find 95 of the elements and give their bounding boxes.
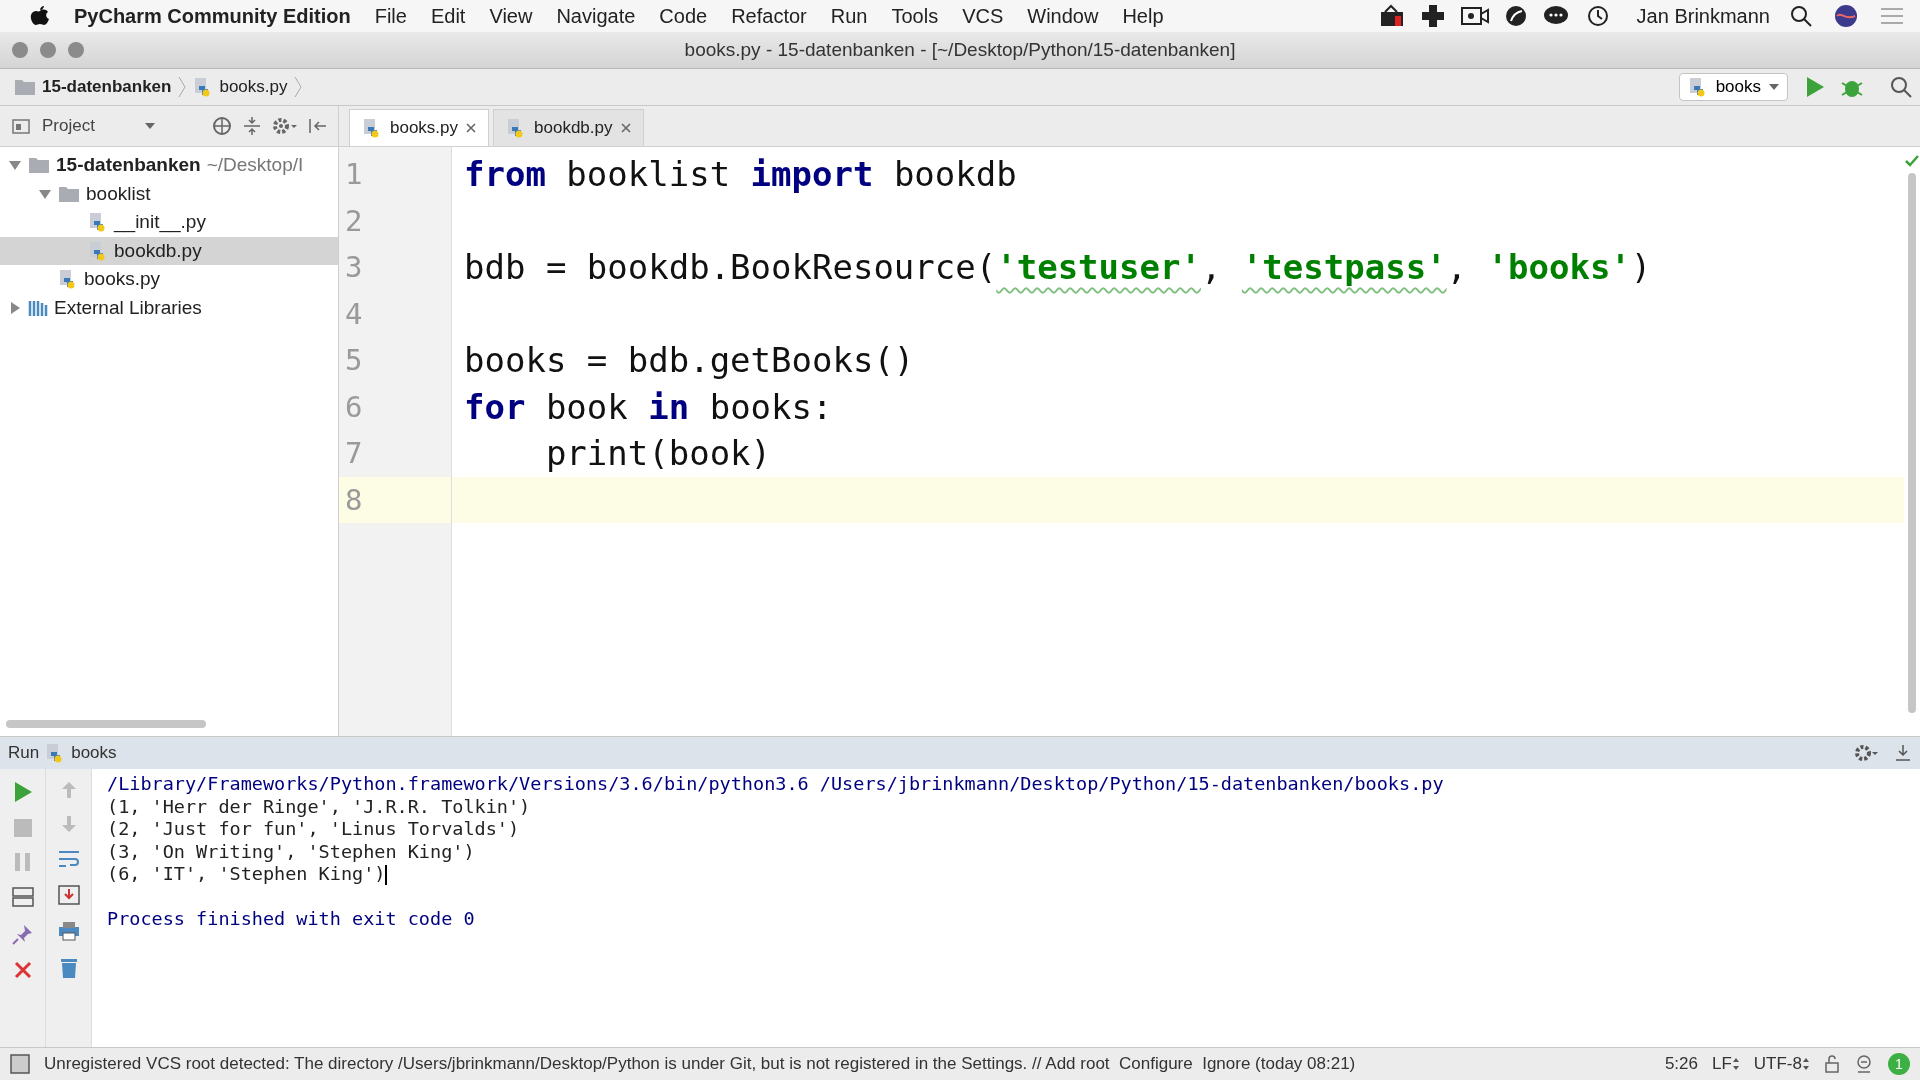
vertical-scrollbar[interactable] [1908, 173, 1916, 713]
run-configuration-dropdown[interactable]: books [1678, 73, 1788, 101]
panel-title[interactable]: Run [8, 743, 40, 763]
hide-panel-icon[interactable] [308, 116, 328, 136]
menu-item[interactable]: Help [1110, 4, 1176, 28]
line-number: 2 [344, 202, 364, 240]
output-line: (1, 'Herr der Ringe', 'J.R.R. Tolkin') [107, 795, 532, 818]
code-line: for book in books: [463, 385, 834, 429]
menu-item[interactable]: Edit [418, 4, 478, 28]
layout-icon[interactable] [11, 887, 34, 907]
trash-icon[interactable] [58, 957, 79, 979]
chat-icon[interactable] [1542, 5, 1569, 27]
editor-tab[interactable]: books.py [349, 109, 490, 146]
cursor-position[interactable]: 5:26 [1664, 1054, 1698, 1074]
search-icon[interactable] [1890, 76, 1912, 98]
breadcrumb-item[interactable]: books.py [219, 77, 288, 97]
line-number: 3 [344, 249, 364, 286]
code-line: books = bdb.getBooks() [463, 339, 916, 382]
user-name[interactable]: Jan Brinkmann [1624, 4, 1782, 28]
package-folder-icon [58, 184, 80, 203]
check-icon [1905, 155, 1919, 167]
search-icon[interactable] [1790, 5, 1812, 27]
library-icon [28, 298, 48, 317]
window-title: books.py - 15-datenbanken - [~/Desktop/Python/15-datenbanken] [684, 39, 1236, 61]
collapsed-arrow-icon[interactable] [8, 300, 22, 315]
close-icon[interactable] [13, 961, 32, 979]
close-window-icon[interactable] [12, 42, 28, 58]
line-number: 6 [344, 388, 364, 426]
caret-icon[interactable] [144, 123, 155, 129]
menu-item[interactable]: Window [1015, 4, 1111, 28]
run-config-name: books [71, 743, 117, 763]
settings-icon[interactable] [272, 116, 298, 136]
up-down-arrows-icon [1731, 1057, 1740, 1071]
tree-item[interactable]: booklist [0, 179, 338, 208]
folder-icon [28, 156, 50, 175]
code-line: bdb = bookdb.BookResource('testuser', 'testpass', 'books') [463, 246, 1653, 289]
settings-icon[interactable] [1854, 743, 1878, 763]
minimize-window-icon[interactable] [40, 42, 56, 58]
tree-item[interactable]: bookdb.py [0, 236, 338, 265]
project-icon [12, 117, 32, 135]
plus-icon[interactable] [1420, 4, 1445, 28]
tree-item[interactable]: External Libraries [0, 293, 338, 322]
run-icon[interactable] [1804, 75, 1826, 99]
tree-item[interactable]: 15-datenbanken ~/Desktop/I [0, 151, 338, 180]
menu-item[interactable]: File [362, 4, 419, 28]
menu-item[interactable]: Run [818, 4, 880, 28]
camera-icon[interactable] [1460, 5, 1489, 27]
tree-item[interactable]: __init__.py [0, 208, 338, 237]
output-line: (3, 'On Writing', 'Stephen King') [107, 840, 476, 863]
chevron-icon [177, 75, 188, 99]
close-icon[interactable] [466, 123, 477, 133]
close-icon[interactable] [620, 123, 631, 133]
menu-item[interactable]: Refactor [719, 4, 819, 28]
horizontal-scrollbar[interactable] [6, 720, 206, 728]
up-down-arrows-icon [1802, 1057, 1810, 1071]
menu-item[interactable]: VCS [950, 4, 1016, 28]
crosshair-icon[interactable] [212, 116, 232, 136]
panel-title[interactable]: Project [42, 116, 95, 136]
collapse-all-icon[interactable] [242, 116, 262, 136]
line-number: 5 [344, 342, 364, 379]
line-separator-selector[interactable]: LF [1712, 1054, 1740, 1074]
pin-icon[interactable] [11, 923, 34, 945]
menu-item[interactable]: Navigate [544, 4, 648, 28]
line-number: 8 [339, 476, 451, 523]
scroll-to-end-icon[interactable] [57, 885, 80, 905]
maximize-window-icon[interactable] [68, 42, 84, 58]
tool-window-icon[interactable] [10, 1054, 30, 1074]
editor-tab[interactable]: bookdb.py [493, 109, 644, 146]
chevron-icon [293, 75, 304, 99]
menu-item[interactable]: Code [647, 4, 720, 28]
code-line: from booklist import bookdb [463, 153, 1018, 196]
folder-icon [14, 78, 36, 96]
line-number: 7 [344, 435, 364, 472]
hide-panel-icon[interactable] [1894, 744, 1912, 762]
exit-message: Process finished with exit code 0 [107, 908, 476, 931]
caret-icon [1769, 84, 1779, 90]
app-name[interactable]: PyCharm Community Edition [62, 4, 363, 28]
toolbox-icon[interactable] [1378, 4, 1405, 28]
line-number: 1 [344, 156, 364, 193]
output-line: (2, 'Just for fun', 'Linus Torvalds') [107, 818, 521, 841]
apple-logo-icon[interactable] [30, 5, 50, 27]
lock-icon[interactable] [1824, 1055, 1840, 1073]
command-line: /Library/Frameworks/Python.framework/Versions/3.6/bin/python3.6 /Users/jbrinkmann/Desktop/Python/15-datenbanken/books.py [107, 773, 1445, 796]
output-line: (6, 'IT', 'Stephen King') [107, 863, 389, 886]
code-line: print(book) [544, 432, 773, 475]
soft-wrap-icon[interactable] [57, 849, 80, 869]
rerun-icon[interactable] [12, 781, 33, 803]
print-icon[interactable] [57, 921, 80, 941]
line-number: 4 [344, 295, 364, 333]
status-message: Unregistered VCS root detected: The directory /Users/jbrinkmann/Desktop/Python is under Git, but is not registered in the Settings. // Add root Configure Ignore (today 08:21) [44, 1054, 1356, 1074]
tree-item[interactable]: books.py [0, 265, 338, 294]
menu-item[interactable]: Tools [879, 4, 951, 28]
encoding-selector[interactable]: UTF-8 [1753, 1054, 1810, 1074]
menu-item[interactable]: View [477, 4, 545, 28]
breadcrumb-item[interactable]: 15-datenbanken [42, 77, 172, 97]
